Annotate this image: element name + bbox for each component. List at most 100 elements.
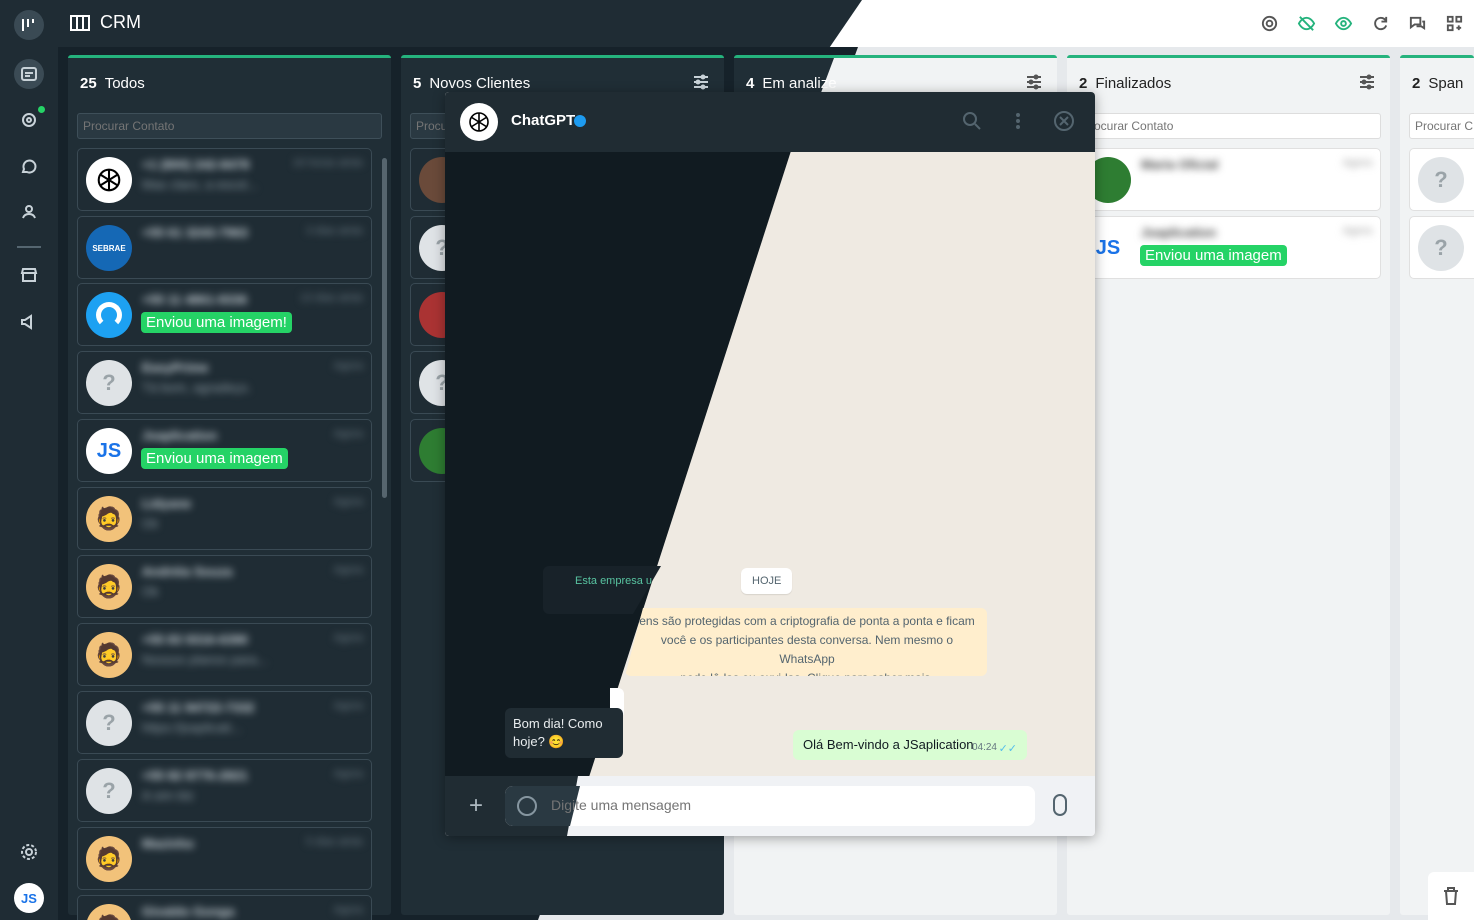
top-bar-dark <box>58 0 862 47</box>
eye-icon[interactable] <box>1334 14 1353 33</box>
filter-icon[interactable] <box>1358 73 1376 91</box>
profile-avatar[interactable]: JS <box>14 883 44 913</box>
contact-time: Agora <box>333 428 363 440</box>
eye-off-icon[interactable] <box>1297 14 1316 33</box>
column-header: 2 Span <box>1412 75 1463 92</box>
openai-icon <box>86 157 132 203</box>
logo-icon[interactable] <box>14 10 44 40</box>
columns-icon <box>70 14 90 31</box>
sebrae-logo-icon: SEBRAE <box>86 225 132 271</box>
microphone-icon[interactable] <box>1053 794 1067 816</box>
contact-time: 5 dias atrás <box>306 836 363 848</box>
column-title: Em analize <box>762 75 837 92</box>
contact-card[interactable]: 🧔 +55 83 9316-6390 Nossos planos para...… <box>77 623 372 686</box>
contact-card[interactable]: 🧔 Givaldo Gonga Agora <box>77 895 372 920</box>
contact-name: +55 82 8776-2821 <box>142 768 248 783</box>
openai-icon[interactable] <box>1260 14 1279 33</box>
column-header-overlay: 4 Em analize <box>746 75 837 92</box>
contact-card[interactable]: JS Jsaplication Agora Enviou uma imagem <box>77 419 372 482</box>
contact-name: Jsaplication <box>142 428 218 443</box>
contact-card[interactable]: ? EasyPrime Tá bom, agradeço. Agora <box>77 351 372 414</box>
attach-plus-icon[interactable]: + <box>469 794 483 818</box>
campaigns-icon[interactable] <box>14 307 44 337</box>
contact-name: Mazinho <box>142 836 194 851</box>
openai-icon[interactable] <box>460 103 498 141</box>
column-todos: 25 Todos +1 (800) 242-8478 Mas claro, a … <box>68 55 391 920</box>
incoming-message-line: Bom dia! Como <box>513 716 603 731</box>
column-finalizados: 2 Finalizados Maria Oficial Agora JS Jsa… <box>1067 55 1390 915</box>
contact-last-message: Mas claro, a escol... <box>142 177 258 192</box>
unknown-avatar-icon: ? <box>1418 225 1464 271</box>
chat-contact-name[interactable]: ChatGPT <box>511 112 575 129</box>
column-count: 2 <box>1412 75 1421 92</box>
page-title: CRM <box>70 12 141 33</box>
date-separator: HOJE <box>741 568 793 594</box>
contact-card[interactable]: ? +55 82 8776-2821 A sim blz Agora <box>77 759 372 822</box>
column-scrollbar[interactable] <box>382 158 387 498</box>
contact-time: Agora <box>1342 157 1372 169</box>
brand-logo-icon <box>86 292 132 338</box>
refresh-icon[interactable] <box>1371 14 1390 33</box>
verified-badge-icon <box>574 115 586 127</box>
outgoing-message-text: Olá Bem-vindo a JSaplication <box>803 737 974 752</box>
message-input[interactable] <box>551 797 951 813</box>
apps-icon[interactable] <box>1445 14 1464 33</box>
contact-name: Andréia Souza <box>142 564 233 579</box>
store-icon[interactable] <box>14 260 44 290</box>
contact-card[interactable]: 🧔 Andréia Souza Ok Agora <box>77 555 372 618</box>
filter-icon[interactable] <box>692 73 710 91</box>
unknown-avatar-icon: ? <box>86 360 132 406</box>
avatar-icon: 🧔 <box>86 564 132 610</box>
contact-card[interactable]: ? <box>1409 216 1474 279</box>
more-options-icon[interactable] <box>1007 110 1029 132</box>
contact-last-message: Ok <box>142 584 159 599</box>
search-icon[interactable] <box>961 110 983 132</box>
js-logo-icon: JS <box>86 428 132 474</box>
column-title: Novos Clientes <box>429 75 531 92</box>
avatar-icon: 🧔 <box>86 904 132 920</box>
chat-window: ChatGPT Esta empresa u HOJE ens são prot… <box>445 92 1095 836</box>
online-indicator <box>38 106 45 113</box>
chats-icon[interactable] <box>14 152 44 182</box>
contact-search-input[interactable] <box>1076 113 1381 139</box>
contact-name: Maria Oficial <box>1141 157 1219 172</box>
contact-last-message: https://jsaplicati... <box>142 720 242 735</box>
contact-card[interactable]: ? +55 11 94722-7332 https://jsaplicati..… <box>77 691 372 754</box>
contact-search-input[interactable] <box>77 113 382 139</box>
column-title: Finalizados <box>1095 75 1172 92</box>
contact-time: Agora <box>333 904 363 916</box>
trash-icon[interactable] <box>1428 872 1474 920</box>
emoji-icon[interactable] <box>517 796 537 816</box>
contact-name: Lidyane <box>142 496 192 511</box>
contact-time: Agora <box>333 632 363 644</box>
contacts-icon[interactable] <box>14 197 44 227</box>
contact-search-input[interactable] <box>1409 113 1474 139</box>
column-count: 5 <box>413 75 422 92</box>
contact-last-message: A sim blz <box>142 788 195 803</box>
encryption-line: ens são protegidas com a criptografia de… <box>639 614 975 628</box>
contact-card[interactable]: ? <box>1409 148 1474 211</box>
contact-time: Agora <box>1342 225 1372 237</box>
sidebar-rail: JS <box>0 0 58 920</box>
avatar-icon: 🧔 <box>86 632 132 678</box>
contact-card[interactable]: SEBRAE +55 61 3243-7963 3 dias atrás <box>77 216 372 279</box>
close-icon[interactable] <box>1053 110 1075 132</box>
encryption-notice[interactable]: ens são protegidas com a criptografia de… <box>625 608 987 676</box>
contact-card[interactable]: 🧔 Lidyane Oii Agora <box>77 487 372 550</box>
contact-card[interactable]: 🧔 Mazinho 5 dias atrás <box>77 827 372 890</box>
contact-card[interactable]: Maria Oficial Agora <box>1076 148 1381 211</box>
inbox-icon[interactable] <box>14 59 44 89</box>
composer-controls: + <box>445 776 1095 836</box>
contact-card[interactable]: JS Jsaplication Agora Enviou uma imagem <box>1076 216 1381 279</box>
read-ticks-icon: ✓✓ <box>998 743 1017 755</box>
header-icons <box>1260 14 1464 33</box>
contact-card[interactable]: +55 11 4861-9336 13 dias atrás Enviou um… <box>77 283 372 346</box>
contact-name: Jsaplication <box>1141 225 1217 240</box>
contact-name: Givaldo Gonga <box>142 904 235 919</box>
message-time: 04:24 <box>971 742 997 753</box>
messages-icon[interactable] <box>1408 14 1427 33</box>
settings-icon[interactable] <box>14 837 44 867</box>
contact-card[interactable]: +1 (800) 242-8478 Mas claro, a escol... … <box>77 148 372 211</box>
filter-icon[interactable] <box>1025 73 1043 91</box>
avatar-icon: 🧔 <box>86 496 132 542</box>
